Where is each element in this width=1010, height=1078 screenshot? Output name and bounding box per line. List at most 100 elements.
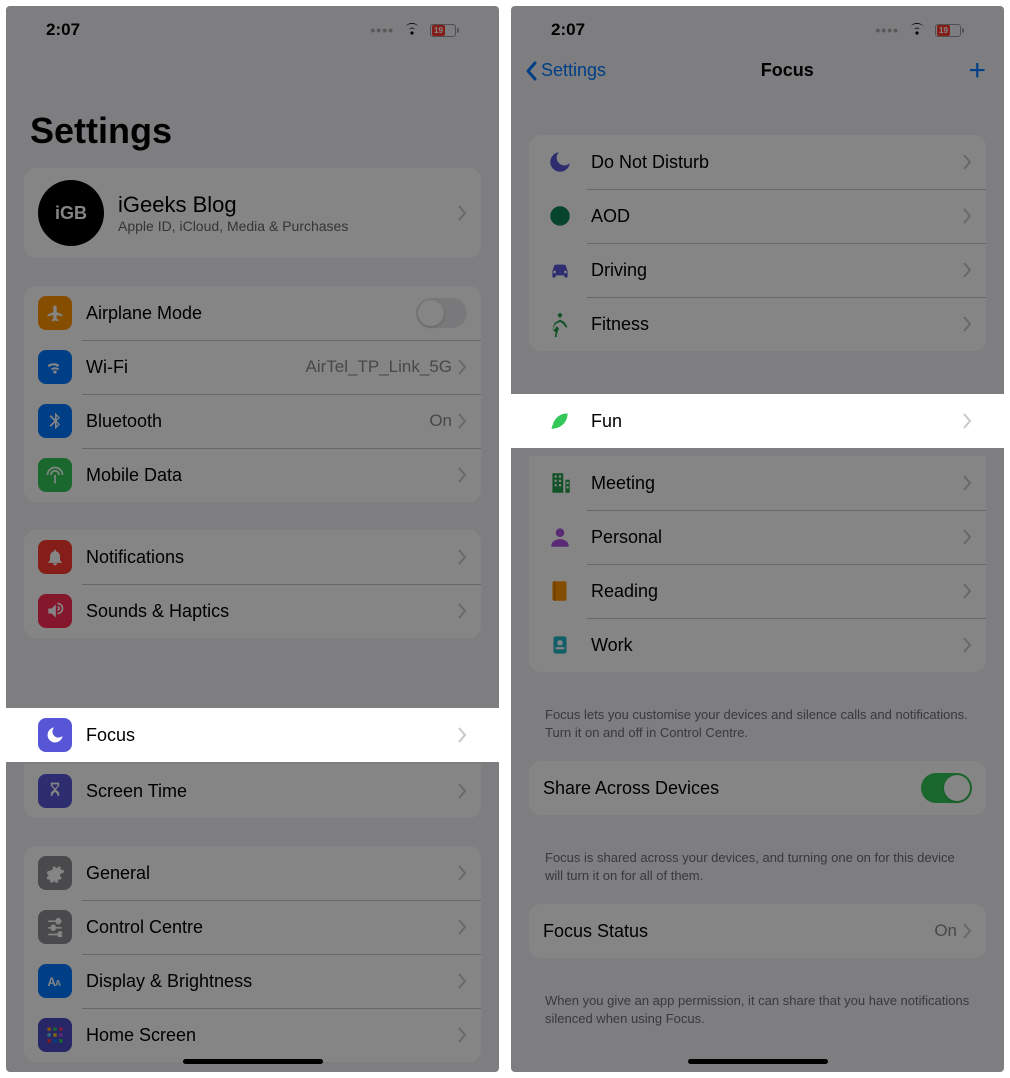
control-centre-row[interactable]: Control Centre: [24, 900, 481, 954]
wifi-icon: [38, 350, 72, 384]
sounds-row[interactable]: Sounds & Haptics: [24, 584, 481, 638]
cellular-dots-icon: ••••: [370, 22, 394, 38]
badge-icon: [543, 628, 577, 662]
chevron-right-icon: [458, 549, 467, 565]
screen-time-row[interactable]: Screen Time: [24, 764, 481, 818]
running-icon: [543, 307, 577, 341]
wifi-icon: [402, 20, 422, 41]
row-label: Focus Status: [543, 921, 934, 942]
chevron-right-icon: [458, 359, 467, 375]
row-label: Fun: [591, 411, 963, 432]
chevron-right-icon: [963, 637, 972, 653]
airplane-mode-row[interactable]: Airplane Mode: [24, 286, 481, 340]
display-row[interactable]: AA Display & Brightness: [24, 954, 481, 1008]
focus-mode-fitness[interactable]: Fitness: [529, 297, 986, 351]
status-bar: 2:07 •••• 19: [511, 6, 1004, 50]
person-icon: [543, 520, 577, 554]
row-label: Wi-Fi: [86, 357, 306, 378]
airplane-icon: [38, 296, 72, 330]
moon-icon: [38, 718, 72, 752]
back-label: Settings: [541, 60, 606, 81]
phone-focus: 2:07 •••• 19 Settings Focus + Do Not Dis…: [511, 6, 1004, 1072]
airplane-toggle[interactable]: [416, 298, 467, 328]
chevron-right-icon: [458, 413, 467, 429]
focus-mode-driving[interactable]: Driving: [529, 243, 986, 297]
focus-mode-fun[interactable]: Fun: [529, 394, 986, 448]
chevron-right-icon: [458, 919, 467, 935]
apple-id-row[interactable]: iGB iGeeks Blog Apple ID, iCloud, Media …: [24, 168, 481, 258]
row-label: Screen Time: [86, 781, 458, 802]
chevron-right-icon: [458, 727, 467, 743]
battery-icon: 19: [430, 24, 459, 37]
status-bar: 2:07 •••• 19: [6, 6, 499, 50]
focus-status-row[interactable]: Focus Status On: [529, 904, 986, 958]
focus-mode-work[interactable]: Work: [529, 618, 986, 672]
focus-mode-personal[interactable]: Personal: [529, 510, 986, 564]
share-across-devices-row[interactable]: Share Across Devices: [529, 761, 986, 815]
add-button[interactable]: +: [968, 61, 986, 81]
moon-icon: [543, 145, 577, 179]
chevron-right-icon: [963, 583, 972, 599]
status-footer: When you give an app permission, it can …: [529, 986, 986, 1047]
chevron-right-icon: [458, 205, 467, 221]
focus-mode-aod[interactable]: AOD: [529, 189, 986, 243]
chevron-right-icon: [963, 262, 972, 278]
chevron-right-icon: [458, 783, 467, 799]
focus-row-highlight: Focus: [6, 708, 499, 762]
row-label: Focus: [86, 725, 458, 746]
row-label: Home Screen: [86, 1025, 458, 1046]
car-icon: [543, 253, 577, 287]
mobile-data-row[interactable]: Mobile Data: [24, 448, 481, 502]
building-icon: [543, 466, 577, 500]
chevron-right-icon: [458, 973, 467, 989]
share-toggle[interactable]: [921, 773, 972, 803]
wifi-icon: [907, 20, 927, 41]
hourglass-icon: [38, 774, 72, 808]
row-label: Mobile Data: [86, 465, 458, 486]
chevron-right-icon: [963, 154, 972, 170]
row-label: Share Across Devices: [543, 778, 921, 799]
notifications-row[interactable]: Notifications: [24, 530, 481, 584]
bluetooth-row[interactable]: Bluetooth On: [24, 394, 481, 448]
modes-footer: Focus lets you customise your devices an…: [529, 700, 986, 761]
bluetooth-value: On: [429, 411, 452, 431]
wifi-row[interactable]: Wi-Fi AirTel_TP_Link_5G: [24, 340, 481, 394]
home-indicator[interactable]: [183, 1059, 323, 1064]
chevron-right-icon: [963, 529, 972, 545]
book-icon: [543, 574, 577, 608]
bluetooth-icon: [38, 404, 72, 438]
status-time: 2:07: [551, 20, 585, 40]
focus-mode-meeting[interactable]: Meeting: [529, 456, 986, 510]
leaf-icon: [543, 404, 577, 438]
chevron-right-icon: [458, 603, 467, 619]
home-screen-row[interactable]: Home Screen: [24, 1008, 481, 1062]
general-row[interactable]: General: [24, 846, 481, 900]
chevron-right-icon: [963, 475, 972, 491]
gear-icon: [38, 856, 72, 890]
home-indicator[interactable]: [688, 1059, 828, 1064]
row-label: General: [86, 863, 458, 884]
circle-icon: [543, 199, 577, 233]
below-highlight-right: Meeting Personal Reading Work Focus lets…: [529, 456, 986, 1047]
back-button[interactable]: Settings: [525, 60, 606, 81]
row-label: Fitness: [591, 314, 963, 335]
focus-row[interactable]: Focus: [24, 708, 481, 762]
below-highlight: Screen Time General Control Centre AA Di…: [24, 764, 481, 1072]
page-title: Settings: [6, 50, 499, 168]
focus-mode-reading[interactable]: Reading: [529, 564, 986, 618]
status-time: 2:07: [46, 20, 80, 40]
avatar: iGB: [38, 180, 104, 246]
text-size-icon: AA: [38, 964, 72, 998]
row-label: Reading: [591, 581, 963, 602]
chevron-right-icon: [963, 208, 972, 224]
grid-icon: [38, 1018, 72, 1052]
wifi-value: AirTel_TP_Link_5G: [306, 357, 452, 377]
row-label: Control Centre: [86, 917, 458, 938]
speaker-icon: [38, 594, 72, 628]
chevron-right-icon: [963, 316, 972, 332]
profile-name: iGeeks Blog: [118, 192, 458, 218]
profile-subtitle: Apple ID, iCloud, Media & Purchases: [118, 218, 458, 234]
row-label: Bluetooth: [86, 411, 429, 432]
row-label: Do Not Disturb: [591, 152, 963, 173]
focus-mode-dnd[interactable]: Do Not Disturb: [529, 135, 986, 189]
